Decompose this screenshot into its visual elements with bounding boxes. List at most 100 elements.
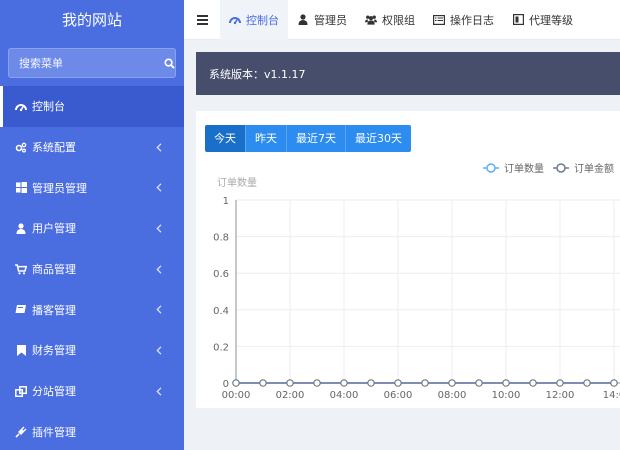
legend-label: 订单数量	[504, 162, 544, 175]
y-axis-label: 订单数量	[217, 176, 257, 189]
data-point	[286, 379, 294, 387]
data-point	[232, 379, 240, 387]
sidebar-item-7[interactable]: 分站管理	[0, 371, 184, 412]
dashboard-icon	[14, 99, 28, 113]
dashboard-icon	[229, 14, 241, 26]
tab-2[interactable]: 权限组	[356, 0, 424, 40]
user-icon	[14, 221, 28, 235]
data-point	[475, 379, 483, 387]
data-point	[313, 379, 321, 387]
version-bar: 系统版本：v1.1.17	[196, 52, 620, 95]
x-tick-label: 02:00	[276, 390, 305, 401]
sidebar-item-5[interactable]: 播客管理	[0, 289, 184, 330]
tab-4[interactable]: 代理等级	[503, 0, 582, 40]
sidebar-item-label: 系统配置	[32, 141, 76, 155]
list-alt-icon	[433, 14, 445, 26]
sidebar-item-label: 插件管理	[32, 425, 76, 439]
sidebar-item-0[interactable]: 控制台	[0, 86, 184, 127]
range-button-3[interactable]: 最近30天	[346, 125, 411, 152]
tab-label: 操作日志	[450, 13, 494, 27]
tab-1[interactable]: 管理员	[288, 0, 356, 40]
cogs-icon	[14, 140, 28, 154]
range-button-1[interactable]: 昨天	[246, 125, 287, 152]
sidebar-item-label: 财务管理	[32, 344, 76, 358]
data-point	[448, 379, 456, 387]
chevron-left-icon	[154, 183, 164, 193]
sidebar: 我的网站 控制台系统配置管理员管理用户管理商品管理播客管理财务管理分站管理插件管…	[0, 0, 184, 450]
data-point	[340, 379, 348, 387]
data-point	[394, 379, 402, 387]
y-tick-label: 0.8	[213, 233, 229, 244]
clone-icon	[14, 384, 28, 398]
tab-label: 权限组	[382, 13, 415, 27]
sidebar-item-6[interactable]: 财务管理	[0, 330, 184, 371]
sidebar-item-label: 控制台	[32, 100, 65, 114]
date-range-selector: 今天 昨天 最近7天 最近30天	[205, 125, 411, 152]
x-tick-label: 14:0	[603, 390, 620, 401]
top-nav: 控制台 管理员 权限组 操作日志 代理等级	[184, 0, 620, 40]
group-icon	[365, 14, 377, 26]
tab-3[interactable]: 操作日志	[424, 0, 503, 40]
chevron-left-icon	[154, 264, 164, 274]
data-point	[583, 379, 591, 387]
tab-label: 控制台	[246, 13, 279, 27]
chevron-left-icon	[154, 345, 164, 355]
tab-label: 代理等级	[529, 13, 573, 27]
data-point	[502, 379, 510, 387]
sidebar-item-label: 商品管理	[32, 263, 76, 277]
x-tick-label: 12:00	[546, 390, 575, 401]
nav-tabs: 控制台 管理员 权限组 操作日志 代理等级	[220, 0, 582, 40]
menu-search	[8, 48, 176, 78]
legend-marker	[556, 163, 566, 173]
system-version: 系统版本：v1.1.17	[209, 67, 306, 81]
sidebar-item-1[interactable]: 系统配置	[0, 127, 184, 168]
data-point	[421, 379, 429, 387]
sidebar-item-label: 管理员管理	[32, 181, 87, 195]
range-button-0[interactable]: 今天	[205, 125, 246, 152]
sidebar-item-label: 分站管理	[32, 385, 76, 399]
sidebar-item-8[interactable]: 插件管理	[0, 412, 184, 450]
chevron-left-icon	[154, 386, 164, 396]
sidebar-item-4[interactable]: 商品管理	[0, 249, 184, 290]
cart-icon	[14, 262, 28, 276]
data-point	[556, 379, 564, 387]
book-icon	[14, 303, 28, 317]
tab-0[interactable]: 控制台	[220, 0, 288, 40]
legend-label: 订单金额	[574, 162, 614, 175]
site-title: 我的网站	[61, 11, 122, 29]
sidebar-item-2[interactable]: 管理员管理	[0, 167, 184, 208]
chevron-left-icon	[154, 305, 164, 315]
user-icon	[297, 14, 309, 26]
y-tick-label: 0.6	[213, 269, 229, 280]
menu-toggle-icon[interactable]	[184, 0, 220, 40]
windows-icon	[14, 181, 28, 195]
sidebar-item-3[interactable]: 用户管理	[0, 208, 184, 249]
sidebar-menu: 控制台系统配置管理员管理用户管理商品管理播客管理财务管理分站管理插件管理	[0, 86, 184, 450]
y-tick-label: 0.2	[213, 342, 229, 353]
plug-icon	[14, 425, 28, 439]
level-icon	[512, 14, 524, 26]
sidebar-item-label: 播客管理	[32, 303, 76, 317]
y-tick-label: 0	[223, 379, 229, 390]
sidebar-item-label: 用户管理	[32, 222, 76, 236]
x-tick-label: 08:00	[438, 390, 467, 401]
chevron-left-icon	[154, 223, 164, 233]
x-tick-label: 06:00	[384, 390, 413, 401]
data-point	[367, 379, 375, 387]
y-tick-label: 1	[223, 196, 229, 207]
x-tick-label: 04:00	[330, 390, 359, 401]
chevron-left-icon	[154, 142, 164, 152]
x-tick-label: 10:00	[492, 390, 521, 401]
x-tick-label: 00:00	[222, 390, 251, 401]
legend-marker	[486, 163, 496, 173]
order-line-chart: 0 0.2 0.4 0.6 0.8 1 订单数量 00:00 02:00 04:00 06:00 08…	[213, 162, 620, 401]
data-point	[529, 379, 537, 387]
order-chart-panel: 0 0.2 0.4 0.6 0.8 1 订单数量 00:00 02:00 04:00 06:00 08…	[196, 111, 620, 408]
y-tick-label: 0.4	[213, 306, 229, 317]
data-point	[259, 379, 267, 387]
search-icon[interactable]	[164, 56, 175, 70]
search-input[interactable]	[19, 56, 164, 70]
range-button-2[interactable]: 最近7天	[287, 125, 346, 152]
bookmark-icon	[14, 343, 28, 357]
data-point	[610, 379, 618, 387]
